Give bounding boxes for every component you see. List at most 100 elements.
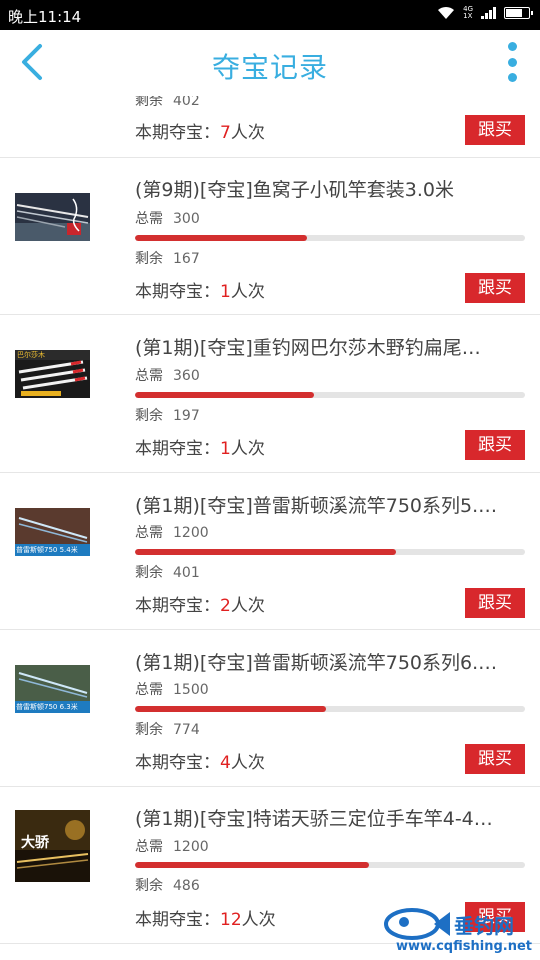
battery-icon [504,7,533,19]
remaining-value: 197 [173,408,200,424]
item-title[interactable]: (第1期)[夺宝]普雷斯顿溪流竿750系列5.… [135,491,525,518]
status-time: 晚上11:14 [8,8,82,26]
total-label: 总需 [135,368,163,384]
remaining-value: 486 [173,878,200,894]
follow-buy-button[interactable]: 跟买 [465,115,525,145]
total-row: 总需 300 [135,208,200,228]
total-value: 1200 [173,839,209,855]
record-list[interactable]: 剩余 402 本期夺宝：7人次 跟买 (第9期)[夺宝]鱼窝子小矶竿套装3.0米 … [0,96,540,960]
total-value: 360 [173,368,200,384]
period-row: 本期夺宝：1人次 [135,277,265,302]
stream-rod-thumb: 普雷斯顿750 5.4米 [15,508,90,556]
period-unit: 人次 [230,282,265,302]
total-row: 总需 1500 [135,679,209,699]
progress-bar [135,706,525,712]
item-title[interactable]: (第1期)[夺宝]重钓网巴尔莎木野钓扁尾… [135,333,525,360]
list-item[interactable]: 普雷斯顿750 6.3米 (第1期)[夺宝]普雷斯顿溪流竿750系列6.… 总需… [0,630,540,787]
watermark-brand: 垂钓网 [454,914,514,938]
follow-buy-button[interactable]: 跟买 [465,744,525,774]
thumb-caption-text: 普雷斯顿750 6.3米 [16,703,78,711]
watermark-url: www.cqfishing.net [395,939,532,954]
item-title[interactable]: (第9期)[夺宝]鱼窝子小矶竿套装3.0米 [135,175,525,202]
total-value: 1500 [173,682,209,698]
status-bar: 晚上11:14 4G 1X [0,0,540,30]
period-count: 12 [220,910,242,930]
progress-bar [135,549,525,555]
thumb-brand-text: 巴尔莎木 [17,351,45,359]
progress-fill [135,549,397,555]
remaining-label: 剩余 [135,722,163,738]
progress-bar [135,862,525,868]
total-row: 总需 1200 [135,522,209,542]
list-item[interactable]: 普雷斯顿750 5.4米 (第1期)[夺宝]普雷斯顿溪流竿750系列5.… 总需… [0,473,540,630]
fishing-float-thumb: 巴尔莎木 [15,350,90,398]
progress-fill [135,706,327,712]
remaining-label: 剩余 [135,251,163,267]
period-label: 本期夺宝： [135,439,220,459]
follow-buy-button[interactable]: 跟买 [465,588,525,618]
period-unit: 人次 [230,596,265,616]
fishing-rod-thumb [15,193,90,241]
total-label: 总需 [135,525,163,541]
progress-fill [135,235,307,241]
period-count: 1 [220,439,231,459]
progress-bar [135,235,525,241]
progress-bar [135,392,525,398]
remaining-row: 剩余 402 [135,96,200,110]
list-item[interactable]: (第9期)[夺宝]鱼窝子小矶竿套装3.0米 总需 300 剩余 167 本期夺宝：1… [0,158,540,315]
period-label: 本期夺宝： [135,596,220,616]
stream-rod-thumb: 普雷斯顿750 6.3米 [15,665,90,713]
thumb-caption-text: 大骄 [21,835,49,851]
remaining-row: 剩余 486 [135,875,200,895]
page-title: 夺宝记录 [211,51,328,84]
network-type-label: 4G 1X [463,5,473,20]
remaining-row: 剩余 774 [135,719,200,739]
fish-logo-icon [384,908,450,940]
period-count: 4 [220,753,231,773]
more-dot-icon [507,73,517,82]
total-row: 总需 360 [135,365,200,385]
period-label: 本期夺宝： [135,282,220,302]
period-row: 本期夺宝：4人次 [135,748,265,773]
remaining-label: 剩余 [135,96,163,109]
status-icons: 4G 1X [437,5,533,20]
total-label: 总需 [135,839,163,855]
total-value: 1200 [173,525,209,541]
more-dot-icon [507,42,517,51]
total-label: 总需 [135,682,163,698]
more-dot-icon [507,57,517,67]
follow-buy-button[interactable]: 跟买 [465,273,525,303]
period-row: 本期夺宝：2人次 [135,591,265,616]
remaining-value: 401 [173,565,200,581]
list-item-partial[interactable]: 剩余 402 本期夺宝：7人次 跟买 [0,96,540,158]
period-unit: 人次 [230,439,265,459]
watermark: 垂钓网 www.cqfishing.net [382,906,532,954]
item-title[interactable]: (第1期)[夺宝]特诺天骄三定位手车竿4-4… [135,804,525,831]
remaining-row: 剩余 167 [135,248,200,268]
remaining-label: 剩余 [135,565,163,581]
remaining-value: 167 [173,251,200,267]
total-label: 总需 [135,211,163,227]
signal-icon [481,7,496,19]
remaining-value: 402 [173,96,200,109]
progress-fill [135,392,315,398]
period-label: 本期夺宝： [135,753,220,773]
list-item[interactable]: 巴尔莎木 (第1期)[夺宝]重钓网巴尔莎木野钓扁尾… 总需 360 剩余 197 本… [0,315,540,473]
period-row: 本期夺宝：12人次 [135,905,276,930]
remaining-row: 剩余 401 [135,562,200,582]
period-row: 本期夺宝：7人次 [135,118,265,143]
progress-fill [135,862,369,868]
remaining-value: 774 [173,722,200,738]
item-title[interactable]: (第1期)[夺宝]普雷斯顿溪流竿750系列6.… [135,648,525,675]
period-unit: 人次 [230,123,265,143]
period-unit: 人次 [230,753,265,773]
total-row: 总需 1200 [135,836,209,856]
follow-buy-button[interactable]: 跟买 [465,430,525,460]
hand-rod-thumb: 大骄 [15,810,90,882]
period-row: 本期夺宝：1人次 [135,434,265,459]
more-menu-button[interactable] [504,42,520,82]
thumb-caption-text: 普雷斯顿750 5.4米 [16,546,78,554]
remaining-row: 剩余 197 [135,405,200,425]
period-count: 1 [220,282,231,302]
remaining-label: 剩余 [135,408,163,424]
